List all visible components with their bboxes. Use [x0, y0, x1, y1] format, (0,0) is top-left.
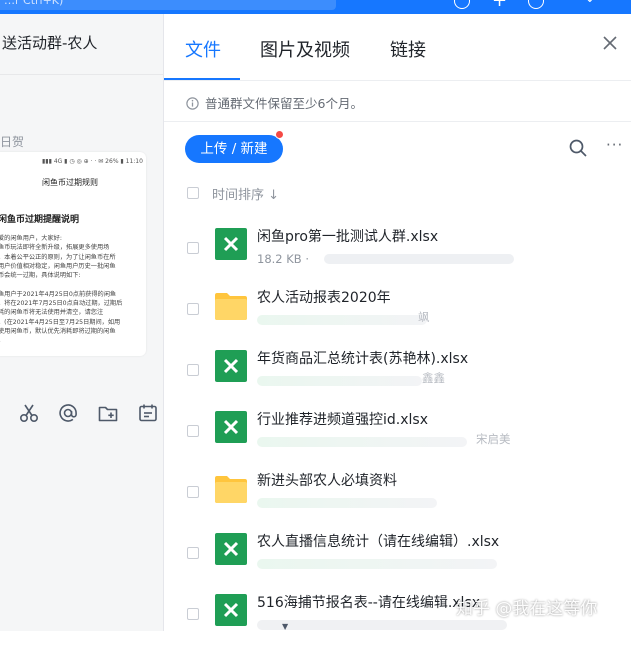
global-search-input[interactable]: …r Ctrl+K) — [0, 0, 336, 10]
tab-links[interactable]: 链接 — [390, 36, 426, 62]
image-heading: 闲鱼币过期规则 — [42, 178, 98, 187]
chat-title: 送活动群-农人 — [2, 34, 98, 52]
calendar-icon[interactable] — [137, 402, 159, 424]
excel-file-icon — [215, 350, 247, 382]
image-line: 鱼用户于2021年4月25日0点前获得的闲鱼 — [0, 290, 117, 298]
row-checkbox[interactable] — [187, 486, 199, 498]
row-checkbox[interactable] — [187, 242, 199, 254]
top-bar: …r Ctrl+K) + ⌄ — [0, 0, 631, 14]
close-icon[interactable] — [599, 32, 621, 54]
image-status-bar: ▮▮▮ 4G ▮ ◷ ◎ ⊕ · · ✉ 26% ▮ 11:10 — [42, 158, 143, 165]
at-icon[interactable] — [57, 402, 79, 424]
image-line: 用户价值相对稳定，闲鱼用户历史一批闲鱼 — [0, 262, 116, 270]
image-line — [0, 280, 144, 289]
group-files-panel: 文件 图片及视频 链接 普通群文件保留至少6个月。 上传 / 新建 ··· 时间… — [164, 14, 631, 631]
file-row[interactable]: 闲鱼pro第一批测试人群.xlsx 18.2 KB · — [164, 220, 631, 281]
image-subheading: 闲鱼币过期提醒说明 — [0, 215, 80, 225]
tab-bar: 文件 图片及视频 链接 — [164, 14, 631, 81]
file-owner: 飒 — [418, 310, 430, 324]
select-all-checkbox[interactable] — [187, 187, 199, 199]
redacted-info — [257, 376, 422, 386]
image-line: 。本着公平公正的原则，为了让闲鱼币在所 — [0, 253, 116, 261]
scissors-icon[interactable] — [18, 402, 40, 424]
retention-notice: 普通群文件保留至少6个月。 — [186, 93, 363, 112]
file-name: 新进头部农人必填资料 — [257, 473, 397, 489]
file-owner: 宋启美 — [476, 432, 511, 446]
message-sender: 日贺 — [0, 135, 25, 149]
upload-new-button[interactable]: 上传 / 新建 — [185, 135, 283, 163]
file-row[interactable]: 新进头部农人必填资料 — [164, 464, 631, 525]
chat-panel: 送活动群-农人 日贺 ▮▮▮ 4G ▮ ◷ ◎ ⊕ · · ✉ 26% ▮ 11… — [0, 14, 164, 631]
active-tab-indicator — [164, 78, 240, 80]
folder-add-icon[interactable] — [97, 402, 119, 424]
image-line: 耗的闲鱼币将无法使用并清空，请您注 — [0, 309, 104, 317]
tab-files[interactable]: 文件 — [185, 36, 221, 62]
notification-dot — [275, 130, 284, 139]
sort-by-time[interactable]: 时间排序 ↓ — [212, 184, 279, 203]
image-line: 爱的闲鱼用户，大家好: — [0, 235, 62, 242]
file-owner: 鑫鑫 — [422, 371, 445, 385]
file-name: 行业推荐进频道强控id.xlsx — [257, 412, 428, 428]
file-name: 516海捕节报名表--请在线编辑.xlsx — [257, 595, 481, 611]
excel-file-icon — [215, 533, 247, 565]
file-row[interactable]: 年货商品汇总统计表(苏艳林).xlsx 鑫鑫 — [164, 342, 631, 403]
redacted-info — [257, 498, 437, 508]
chevron-down-icon[interactable]: ⌄ — [584, 0, 596, 6]
folder-icon — [215, 476, 247, 503]
info-icon — [186, 97, 199, 110]
redacted-info — [324, 254, 514, 264]
excel-file-icon — [215, 594, 247, 626]
image-line: 鱼币玩法即将全新升级，拓展更多使用场 — [0, 244, 110, 252]
file-meta: 18.2 KB · — [257, 252, 310, 266]
redacted-info — [257, 559, 497, 569]
image-line: 币会统一过期，具体说明如下: — [0, 272, 81, 280]
avatar[interactable] — [528, 0, 544, 9]
file-name: 年货商品汇总统计表(苏艳林).xlsx — [257, 351, 469, 367]
search-icon[interactable] — [568, 138, 588, 158]
row-checkbox[interactable] — [187, 364, 199, 376]
divider — [0, 74, 164, 75]
watermark: 知乎 @我在这等你 — [456, 599, 598, 619]
excel-file-icon — [215, 228, 247, 260]
file-name: 农人直播信息统计（请在线编辑）.xlsx — [257, 534, 500, 550]
redacted-info — [257, 620, 507, 630]
image-line: 。将在2021年7月25日0点自动过期，过期后 — [0, 300, 123, 308]
add-icon[interactable]: + — [492, 0, 507, 11]
file-row[interactable]: 行业推荐进频道强控id.xlsx 宋启美 — [164, 403, 631, 464]
image-body: 爱的闲鱼用户，大家好: 鱼币玩法即将全新升级，拓展更多使用场 。本着公平公正的原… — [0, 234, 144, 346]
file-name: 闲鱼pro第一批测试人群.xlsx — [257, 229, 439, 245]
redacted-info — [257, 437, 467, 447]
caret-down-icon[interactable]: ▼ — [282, 622, 288, 631]
file-row[interactable]: 农人直播信息统计（请在线编辑）.xlsx — [164, 525, 631, 586]
image-line: 。 — [0, 336, 144, 345]
folder-icon — [215, 293, 247, 320]
help-icon[interactable] — [454, 0, 470, 9]
file-name: 农人活动报表2020年 — [257, 290, 391, 306]
row-checkbox[interactable] — [187, 608, 199, 620]
retention-notice-text: 普通群文件保留至少6个月。 — [205, 96, 363, 111]
redacted-info — [257, 315, 427, 325]
row-checkbox[interactable] — [187, 425, 199, 437]
message-image[interactable]: ▮▮▮ 4G ▮ ◷ ◎ ⊕ · · ✉ 26% ▮ 11:10 闲鱼币过期规则… — [0, 152, 146, 356]
chat-toolbar — [0, 402, 164, 426]
tab-media[interactable]: 图片及视频 — [260, 36, 350, 62]
excel-file-icon — [215, 411, 247, 443]
file-row[interactable]: 农人活动报表2020年 飒 — [164, 281, 631, 342]
image-line: 。(在2021年4月25日至7月25日期间，如用 — [0, 318, 121, 326]
row-checkbox[interactable] — [187, 547, 199, 559]
image-line: 使用闲鱼币，默认优先消耗即将过期的闲鱼 — [0, 327, 116, 335]
row-checkbox[interactable] — [187, 303, 199, 315]
more-icon[interactable]: ··· — [606, 138, 626, 156]
divider — [164, 121, 631, 122]
